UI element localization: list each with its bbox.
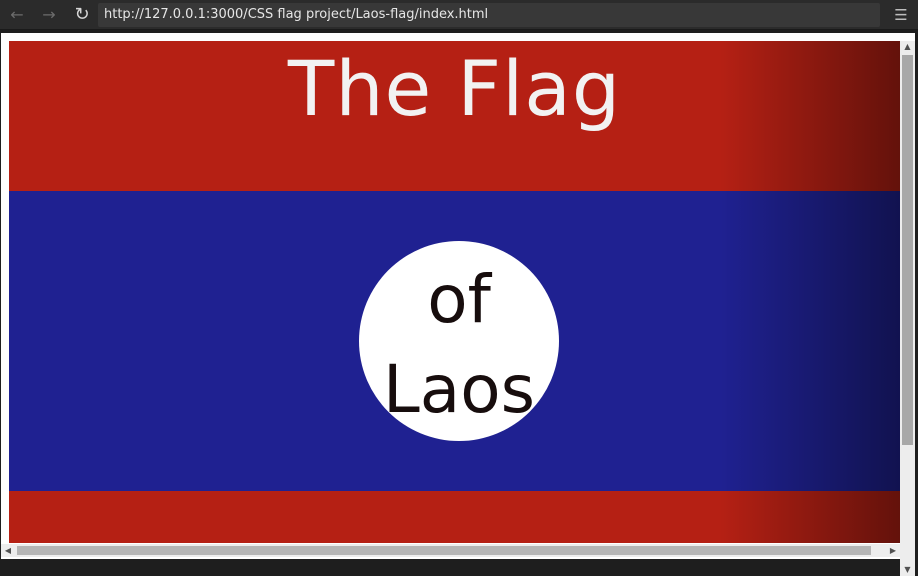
circle-text-of: of <box>427 261 491 338</box>
scroll-left-arrow-icon[interactable]: ◀ <box>1 544 15 557</box>
scroll-right-arrow-icon[interactable]: ▶ <box>886 544 900 557</box>
page-viewport: The Flag of Laos ▲ ▼ ◀ ▶ <box>1 33 915 576</box>
circle-text: of Laos <box>359 255 559 435</box>
laos-flag: The Flag of Laos <box>9 41 900 543</box>
forward-arrow-icon[interactable]: → <box>38 4 60 26</box>
back-arrow-icon[interactable]: ← <box>6 4 28 26</box>
white-circle: of Laos <box>359 241 559 441</box>
address-bar[interactable]: http://127.0.0.1:3000/CSS flag project/L… <box>98 3 880 27</box>
vertical-scrollbar[interactable]: ▲ ▼ <box>900 41 915 576</box>
browser-toolbar: ← → ↻ http://127.0.0.1:3000/CSS flag pro… <box>0 0 918 30</box>
right-edge-shade <box>720 41 900 543</box>
vertical-scrollbar-thumb[interactable] <box>902 55 913 445</box>
scroll-down-arrow-icon[interactable]: ▼ <box>900 564 915 576</box>
horizontal-scrollbar[interactable]: ◀ ▶ <box>1 544 900 557</box>
horizontal-scrollbar-thumb[interactable] <box>17 546 871 555</box>
hamburger-menu-icon[interactable]: ☰ <box>890 4 912 26</box>
circle-text-laos: Laos <box>383 351 535 428</box>
scroll-up-arrow-icon[interactable]: ▲ <box>900 41 915 53</box>
reload-icon[interactable]: ↻ <box>71 4 93 26</box>
